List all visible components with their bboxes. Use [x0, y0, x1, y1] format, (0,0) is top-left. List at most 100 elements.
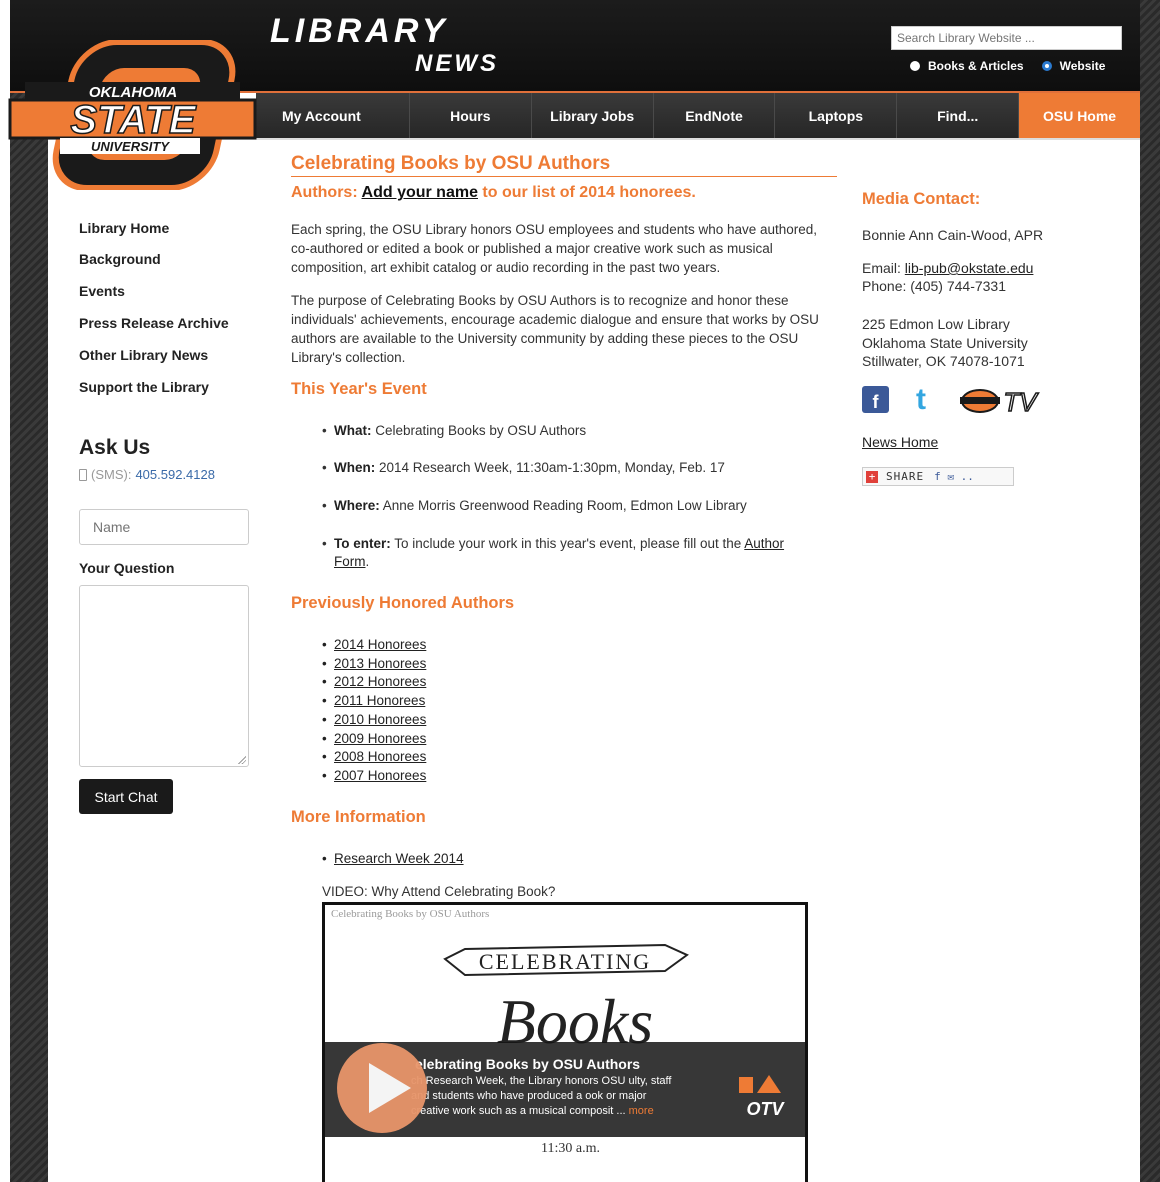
list-item: • 2010 Honorees	[322, 712, 427, 727]
honorees-link[interactable]: 2010 Honorees	[334, 712, 426, 727]
contact-name: Bonnie Ann Cain-Wood, APR	[862, 227, 1044, 243]
where-value: Anne Morris Greenwood Reading Room, Edmo…	[379, 498, 747, 513]
where-label: Where:	[334, 498, 380, 513]
list-item: • 2007 Honorees	[322, 768, 427, 783]
sms-number[interactable]: 405.592.4128	[135, 467, 215, 482]
add-your-name-link[interactable]: Add your name	[362, 184, 478, 201]
radio-books-articles[interactable]	[910, 61, 920, 71]
nav-laptops[interactable]: Laptops	[775, 93, 898, 138]
sidebar-item-press-release-archive[interactable]: Press Release Archive	[79, 315, 229, 331]
video-channel-logo[interactable]: OTV	[735, 1071, 795, 1119]
email-link[interactable]: lib-pub@okstate.edu	[905, 260, 1034, 276]
question-textarea[interactable]	[79, 585, 249, 767]
play-icon[interactable]	[337, 1043, 427, 1133]
honored-heading: Previously Honored Authors	[291, 594, 515, 612]
video-caption: VIDEO: Why Attend Celebrating Book?	[322, 884, 556, 899]
radio-website[interactable]	[1041, 61, 1052, 71]
contact-phone: Phone: (405) 744-7331	[862, 278, 1006, 294]
list-item: • 2008 Honorees	[322, 749, 427, 764]
share-plus-icon: +	[866, 470, 878, 483]
event-when: • When: 2014 Research Week, 11:30am-1:30p…	[322, 460, 725, 475]
honorees-link[interactable]: 2012 Honorees	[334, 674, 426, 689]
sidebar-item-events[interactable]: Events	[79, 283, 125, 299]
site-title[interactable]: LIBRARY	[270, 14, 449, 48]
video-more-link[interactable]: more	[629, 1105, 654, 1117]
event-heading: This Year's Event	[291, 380, 427, 398]
sidebar-item-background[interactable]: Background	[79, 251, 161, 267]
when-value: 2014 Research Week, 11:30am-1:30pm, Mond…	[375, 460, 725, 475]
honorees-link[interactable]: 2011 Honorees	[334, 693, 425, 708]
sidebar-item-support-the-library[interactable]: Support the Library	[79, 379, 209, 395]
nav-library-jobs[interactable]: Library Jobs	[532, 93, 654, 138]
video-player[interactable]: Celebrating Books by OSU Authors CELEBRA…	[322, 902, 808, 1182]
news-home-link[interactable]: News Home	[862, 434, 938, 450]
honorees-link[interactable]: 2014 Honorees	[334, 637, 426, 652]
contact-address-1: 225 Edmon Low Library	[862, 316, 1010, 332]
logo-university-text: UNIVERSITY	[91, 139, 170, 154]
otv-letters: TV	[1003, 387, 1039, 416]
page-title: Celebrating Books by OSU Authors	[291, 153, 611, 174]
research-week-link[interactable]: Research Week 2014	[334, 851, 464, 866]
mobile-phone-icon	[79, 468, 87, 481]
author-form-link-part1[interactable]: Author	[744, 536, 784, 551]
radio-books-articles-label[interactable]: Books & Articles	[928, 59, 1024, 73]
sidebar-item-other-library-news[interactable]: Other Library News	[79, 347, 208, 363]
name-field[interactable]	[79, 509, 249, 545]
start-chat-button[interactable]: Start Chat	[79, 779, 173, 814]
author-form-link-part2[interactable]: Form	[334, 554, 366, 569]
video-overlay-description: ch Research Week, the Library honors OSU…	[411, 1075, 672, 1117]
list-item: • 2009 Honorees	[322, 731, 427, 746]
osu-logo[interactable]: OKLAHOMA STATE UNIVERSITY	[5, 40, 260, 190]
video-otv-text: OTV	[746, 1099, 785, 1119]
video-title-bar[interactable]: Celebrating Books by OSU Authors	[325, 905, 805, 927]
event-enter: • To enter: To include your work in this …	[322, 536, 785, 569]
purpose-paragraph: The purpose of Celebrating Books by OSU …	[291, 293, 819, 365]
sms-contact: (SMS): 405.592.4128	[79, 467, 215, 482]
radio-website-label[interactable]: Website	[1060, 59, 1106, 73]
twitter-icon[interactable]: t	[916, 385, 936, 415]
video-banner-text: CELEBRATING	[479, 949, 651, 974]
share-services-icon: f ✉ ..	[934, 470, 974, 483]
enter-label: To enter:	[334, 536, 391, 551]
video-frame-time: 11:30 a.m.	[541, 1141, 600, 1156]
site-subtitle[interactable]: NEWS	[415, 52, 499, 76]
enter-end: .	[365, 554, 370, 569]
question-label: Your Question	[79, 560, 175, 576]
honorees-link[interactable]: 2009 Honorees	[334, 731, 426, 746]
what-label: What:	[334, 423, 372, 438]
nav-find[interactable]: Find...	[897, 93, 1020, 138]
nav-my-account[interactable]: My Account	[256, 93, 410, 138]
event-where: • Where: Anne Morris Greenwood Reading Ro…	[322, 498, 747, 513]
main-nav: My Account Hours Library Jobs EndNote La…	[256, 93, 1140, 138]
search-input[interactable]	[891, 26, 1122, 50]
share-button[interactable]: + SHARE f ✉ ..	[862, 467, 1014, 486]
page-frame-right	[1140, 0, 1160, 1182]
facebook-icon[interactable]: f	[862, 386, 889, 413]
title-underline	[291, 176, 837, 177]
subtitle-suffix: to our list of 2014 honorees.	[477, 184, 696, 201]
nav-hours[interactable]: Hours	[410, 93, 532, 138]
share-label: SHARE	[886, 470, 925, 483]
event-what: • What: Celebrating Books by OSU Authors	[322, 423, 587, 438]
subtitle-prefix: Authors:	[291, 184, 362, 201]
list-item: • 2012 Honorees	[322, 674, 427, 689]
list-item: • 2013 Honorees	[322, 656, 427, 671]
when-label: When:	[334, 460, 376, 475]
nav-endnote[interactable]: EndNote	[654, 93, 776, 138]
sms-label: (SMS):	[91, 467, 132, 482]
search-scope-radios: Books & Articles Website	[910, 58, 1123, 74]
list-item: • Research Week 2014	[322, 851, 464, 866]
video-thumbnail-art: CELEBRATING Books	[443, 943, 689, 1051]
nav-osu-home[interactable]: OSU Home	[1019, 93, 1140, 138]
contact-address-2: Oklahoma State University	[862, 335, 1028, 351]
resize-grip-icon[interactable]	[237, 755, 246, 764]
honorees-link[interactable]: 2007 Honorees	[334, 768, 426, 783]
honorees-link[interactable]: 2013 Honorees	[334, 656, 426, 671]
contact-address-3: Stillwater, OK 74078-1071	[862, 353, 1025, 369]
more-info-heading: More Information	[291, 808, 426, 826]
video-overlay-title[interactable]: elebrating Books by OSU Authors	[415, 1056, 640, 1072]
honorees-link[interactable]: 2008 Honorees	[334, 749, 426, 764]
otv-icon[interactable]: TV	[958, 386, 1044, 416]
sidebar-item-library-home[interactable]: Library Home	[79, 220, 169, 236]
list-item: • 2014 Honorees	[322, 637, 427, 652]
